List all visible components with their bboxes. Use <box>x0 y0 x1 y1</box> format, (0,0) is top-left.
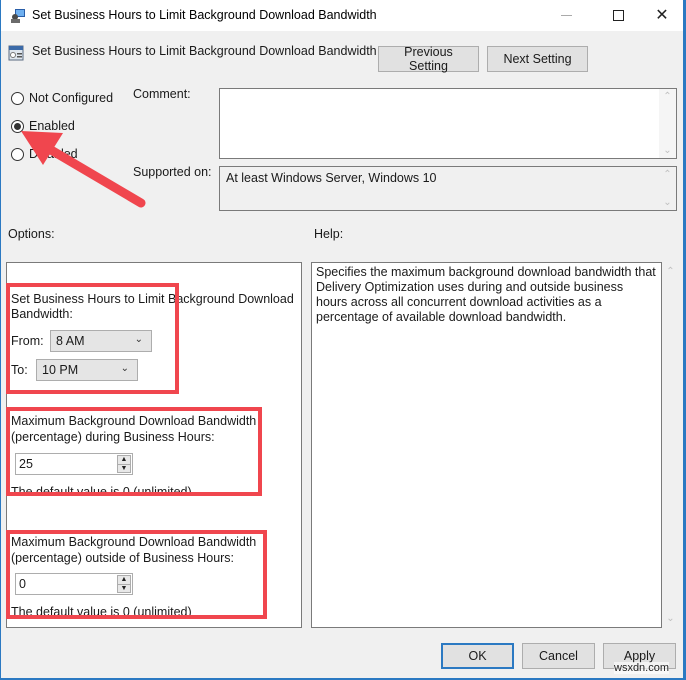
chevron-up-icon[interactable]: ⌃ <box>662 266 679 277</box>
group-policy-app-icon <box>11 9 25 23</box>
cancel-button[interactable]: Cancel <box>522 643 595 669</box>
help-text: Specifies the maximum background downloa… <box>316 265 656 324</box>
radio-label: Enabled <box>29 119 75 133</box>
radio-label: Disabled <box>29 147 78 161</box>
business-hours-heading-2: Bandwidth: <box>11 307 73 321</box>
business-hours-heading: Set Business Hours to Limit Background D… <box>11 292 294 306</box>
maximize-button[interactable] <box>595 0 641 31</box>
radio-disabled[interactable]: Disabled <box>11 147 78 161</box>
chevron-down-icon[interactable]: ⌄ <box>659 145 676 156</box>
comment-label: Comment: <box>133 87 191 101</box>
minimize-button[interactable] <box>543 0 589 31</box>
spin-up-icon[interactable]: ▲ <box>118 576 130 584</box>
from-hour-value: 8 AM <box>56 334 85 348</box>
during-hours-label-2: (percentage) during Business Hours: <box>11 430 215 444</box>
spinner-buttons[interactable]: ▲ ▼ <box>117 575 131 593</box>
during-hours-value[interactable]: 25 <box>19 457 33 471</box>
help-scrollbar[interactable]: ⌃ ⌄ <box>662 262 679 628</box>
title-bar: Set Business Hours to Limit Background D… <box>1 0 683 31</box>
next-setting-button[interactable]: Next Setting <box>487 46 588 72</box>
radio-button[interactable] <box>11 119 24 133</box>
spin-up-icon[interactable]: ▲ <box>118 456 130 464</box>
to-label: To: <box>11 363 28 377</box>
close-icon: ✕ <box>655 6 669 24</box>
radio-enabled[interactable]: Enabled <box>11 119 75 133</box>
spin-down-icon[interactable]: ▼ <box>118 464 130 472</box>
outside-default-note: The default value is 0 (unlimited) <box>11 605 192 616</box>
spin-down-icon[interactable]: ▼ <box>118 584 130 592</box>
outside-hours-bandwidth-spinner[interactable]: 0 ▲ ▼ <box>15 573 133 595</box>
help-label: Help: <box>314 227 344 241</box>
watermark: wsxdn.com <box>614 662 670 674</box>
chevron-up-icon[interactable]: ⌃ <box>659 169 676 180</box>
radio-button[interactable] <box>11 147 24 161</box>
previous-setting-button[interactable]: Previous Setting <box>378 45 479 73</box>
during-hours-label: Maximum Background Download Bandwidth <box>11 414 257 428</box>
window-title: Set Business Hours to Limit Background D… <box>32 8 377 22</box>
chevron-down-icon[interactable]: ⌄ <box>659 197 676 208</box>
outside-hours-label: Maximum Background Download Bandwidth <box>11 535 257 549</box>
from-hour-dropdown[interactable]: 8 AM ⌄ <box>50 330 152 352</box>
supported-on-value: At least Windows Server, Windows 10 <box>226 171 437 185</box>
chevron-down-icon[interactable]: ⌄ <box>662 613 679 624</box>
chevron-up-icon[interactable]: ⌃ <box>659 91 676 102</box>
spinner-buttons[interactable]: ▲ ▼ <box>117 455 131 473</box>
maximize-icon <box>612 10 624 21</box>
policy-setting-icon <box>8 45 24 61</box>
radio-label: Not Configured <box>29 91 114 105</box>
chevron-down-icon: ⌄ <box>134 334 143 345</box>
to-hour-dropdown[interactable]: 10 PM ⌄ <box>36 359 138 381</box>
chevron-down-icon: ⌄ <box>120 363 129 374</box>
minimize-icon <box>560 15 572 16</box>
supported-on-scrollbar[interactable]: ⌃ ⌄ <box>659 167 676 210</box>
help-pane: Specifies the maximum background downloa… <box>311 262 662 628</box>
close-button[interactable]: ✕ <box>639 0 685 31</box>
setting-title: Set Business Hours to Limit Background D… <box>32 44 377 58</box>
radio-not-configured[interactable]: Not Configured <box>11 91 113 105</box>
supported-on-label: Supported on: <box>133 165 212 179</box>
comment-scrollbar[interactable]: ⌃ ⌄ <box>659 89 676 158</box>
policy-setting-window: Set Business Hours to Limit Background D… <box>0 0 686 680</box>
during-default-note: The default value is 0 (unlimited) <box>11 485 192 493</box>
radio-button[interactable] <box>11 91 24 105</box>
during-hours-bandwidth-spinner[interactable]: 25 ▲ ▼ <box>15 453 133 475</box>
to-hour-value: 10 PM <box>42 363 79 377</box>
from-label: From: <box>11 334 44 348</box>
supported-on-box: At least Windows Server, Windows 10 ⌃ ⌄ <box>219 166 677 211</box>
outside-hours-value[interactable]: 0 <box>19 577 26 591</box>
outside-hours-label-2: (percentage) outside of Business Hours: <box>11 551 235 565</box>
comment-textarea[interactable]: ⌃ ⌄ <box>219 88 677 159</box>
ok-button[interactable]: OK <box>441 643 514 669</box>
options-label: Options: <box>8 227 55 241</box>
